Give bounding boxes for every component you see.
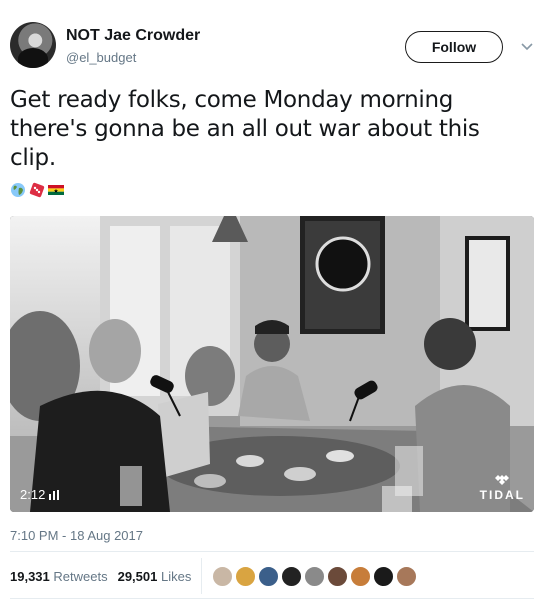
retweets-stat[interactable]: 19,331 Retweets	[10, 569, 108, 584]
duration-text: 2:12	[20, 487, 46, 502]
tweet-header: NOT Jae Crowder @el_budget Follow	[10, 22, 533, 72]
stats-divider	[201, 558, 203, 594]
liker-avatar[interactable]	[396, 565, 418, 587]
globe-icon	[11, 183, 25, 197]
tweet-emojis	[10, 181, 64, 199]
liker-avatar[interactable]	[212, 565, 234, 587]
divider	[10, 598, 534, 599]
follow-button[interactable]: Follow	[405, 31, 503, 63]
liker-avatar[interactable]	[235, 565, 257, 587]
ghana-flag-icon	[48, 185, 64, 195]
likes-label: Likes	[160, 568, 192, 584]
tweet-timestamp[interactable]: 7:10 PM - 18 Aug 2017	[10, 528, 143, 543]
tweet-text: Get ready folks, come Monday morning the…	[10, 87, 480, 171]
chevron-down-icon[interactable]	[520, 39, 534, 53]
liker-avatar[interactable]	[258, 565, 280, 587]
divider	[10, 551, 534, 552]
likes-count: 29,501	[117, 568, 158, 584]
liker-avatar[interactable]	[304, 565, 326, 587]
user-handle[interactable]: @el_budget	[66, 50, 136, 65]
liker-avatars	[212, 565, 418, 587]
tweet-stats: 19,331 Retweets 29,501 Likes	[10, 554, 534, 598]
video-duration: 2:12	[20, 487, 61, 502]
liker-avatar[interactable]	[327, 565, 349, 587]
tidal-watermark: TIDAL	[480, 475, 525, 502]
likes-stat[interactable]: 29,501 Likes	[118, 569, 192, 584]
liker-avatar[interactable]	[350, 565, 372, 587]
display-name[interactable]: NOT Jae Crowder	[66, 27, 200, 45]
video-player[interactable]: 2:12 TIDAL	[10, 216, 534, 512]
retweets-count: 19,331	[10, 568, 50, 584]
tidal-logo-icon	[495, 475, 510, 485]
tidal-text: TIDAL	[479, 488, 525, 502]
avatar[interactable]	[10, 22, 56, 68]
video-frame	[10, 216, 534, 512]
dice-icon	[29, 182, 45, 198]
liker-avatar[interactable]	[373, 565, 395, 587]
retweets-label: Retweets	[53, 568, 108, 584]
liker-avatar[interactable]	[281, 565, 303, 587]
volume-bars-icon	[49, 489, 60, 500]
